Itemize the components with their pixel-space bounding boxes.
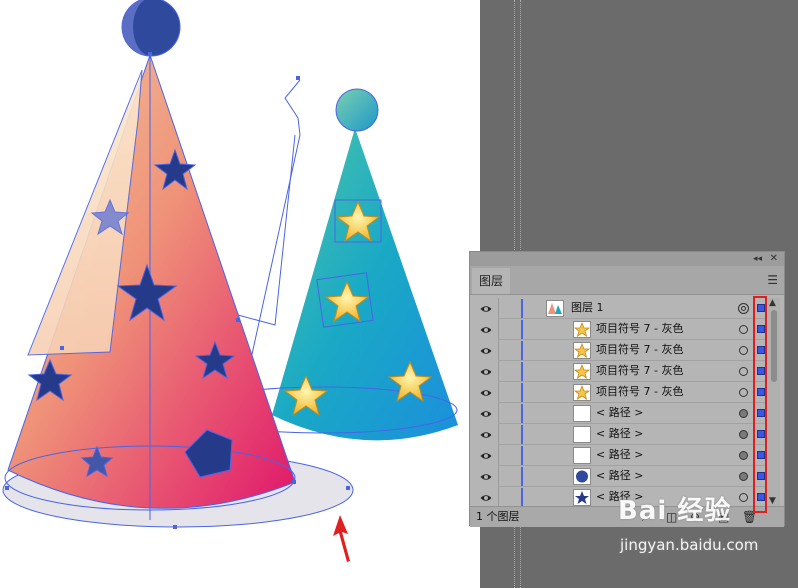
layer-name[interactable]: 图层 1 [571, 301, 604, 315]
layer-thumbnail [573, 384, 591, 401]
layer-color-bar [521, 425, 523, 445]
watermark-url: jingyan.baidu.com [620, 536, 759, 554]
lock-toggle-cell[interactable] [498, 445, 499, 466]
layer-thumbnail [573, 489, 591, 506]
double-arrow-collapse-icon[interactable]: ◂◂ [753, 253, 762, 265]
red-arrow-annotation [333, 515, 350, 562]
layer-thumbnail [573, 405, 591, 422]
lock-toggle-cell[interactable] [498, 340, 499, 361]
layer-name[interactable]: 项目符号 7 - 灰色 [596, 385, 683, 399]
target-circle-icon[interactable] [739, 472, 748, 481]
layer-color-bar [521, 320, 523, 340]
party-hats-artwork[interactable] [0, 0, 480, 588]
lock-toggle-cell[interactable] [498, 382, 499, 403]
lock-toggle-cell[interactable] [498, 298, 499, 319]
layer-color-bar [521, 446, 523, 466]
target-circle-icon[interactable] [739, 367, 748, 376]
layer-name[interactable]: 项目符号 7 - 灰色 [596, 322, 683, 336]
eye-visibility-icon[interactable] [480, 324, 492, 336]
layer-row[interactable]: < 路径 > [474, 445, 766, 466]
target-circle-icon[interactable] [739, 346, 748, 355]
layer-name[interactable]: < 路径 > [596, 427, 643, 441]
layer-row[interactable]: 项目符号 7 - 灰色 [474, 361, 766, 382]
target-circle-icon[interactable] [739, 388, 748, 397]
lock-toggle-cell[interactable] [498, 361, 499, 382]
layer-thumbnail [546, 300, 564, 317]
layer-thumbnail [573, 363, 591, 380]
red-highlight-box [753, 296, 767, 513]
panel-title-bar[interactable]: ◂◂ ✕ [470, 252, 784, 266]
lock-toggle-cell[interactable] [498, 424, 499, 445]
hamburger-menu-icon[interactable]: ☰ [767, 273, 778, 287]
eye-visibility-icon[interactable] [480, 366, 492, 378]
layer-row[interactable]: < 路径 > [474, 424, 766, 445]
lock-toggle-cell[interactable] [498, 466, 499, 487]
layer-row[interactable]: 项目符号 7 - 灰色 [474, 382, 766, 403]
layer-color-bar [521, 362, 523, 382]
eye-visibility-icon[interactable] [480, 303, 492, 315]
layer-thumbnail [573, 468, 591, 485]
target-circle-icon[interactable] [738, 303, 749, 314]
layer-list-scrollbar[interactable]: ▲ ▼ [768, 298, 780, 506]
layer-color-bar [521, 404, 523, 424]
eye-visibility-icon[interactable] [480, 408, 492, 420]
watermark-brand: Bai 经验 [618, 496, 732, 526]
layer-row[interactable]: < 路径 > [474, 466, 766, 487]
eye-visibility-icon[interactable] [480, 450, 492, 462]
layer-row-top[interactable]: ⌄图层 1 [474, 298, 766, 319]
layer-name[interactable]: < 路径 > [596, 406, 643, 420]
eye-visibility-icon[interactable] [480, 492, 492, 504]
layer-name[interactable]: 项目符号 7 - 灰色 [596, 343, 683, 357]
scroll-up-icon[interactable]: ▲ [769, 298, 776, 308]
eye-visibility-icon[interactable] [480, 471, 492, 483]
target-circle-icon[interactable] [739, 430, 748, 439]
pink-party-hat[interactable] [2, 0, 354, 529]
close-icon[interactable]: ✕ [770, 252, 778, 265]
layer-thumbnail [573, 321, 591, 338]
target-circle-icon[interactable] [739, 409, 748, 418]
target-circle-icon[interactable] [739, 451, 748, 460]
layer-color-bar [521, 467, 523, 487]
lock-toggle-cell[interactable] [498, 319, 499, 340]
panel-tab-bar: 图层 ☰ [470, 266, 784, 295]
lock-toggle-cell[interactable] [498, 487, 499, 506]
layer-color-bar [521, 341, 523, 361]
layer-list[interactable]: ⌄图层 1 项目符号 7 - 灰色项目符号 7 - 灰色项目符号 7 - 灰色项目… [474, 298, 766, 506]
layers-panel[interactable]: ◂◂ ✕ 图层 ☰ ⌄图层 1 项目符号 7 - 灰色项目符号 7 - 灰色项目符… [469, 251, 785, 527]
target-circle-icon[interactable] [739, 325, 748, 334]
layer-color-bar [521, 383, 523, 403]
eye-visibility-icon[interactable] [480, 387, 492, 399]
lock-toggle-cell[interactable] [498, 403, 499, 424]
eye-visibility-icon[interactable] [480, 345, 492, 357]
layer-count-label: 1 个图层 [476, 510, 520, 523]
layer-thumbnail [573, 426, 591, 443]
layer-color-bar [521, 299, 523, 319]
scroll-thumb[interactable] [771, 310, 777, 382]
layer-name[interactable]: 项目符号 7 - 灰色 [596, 364, 683, 378]
layer-row[interactable]: 项目符号 7 - 灰色 [474, 319, 766, 340]
layer-thumbnail [573, 342, 591, 359]
layer-color-bar [521, 488, 523, 506]
tab-layers[interactable]: 图层 [472, 268, 510, 294]
layer-row[interactable]: 项目符号 7 - 灰色 [474, 340, 766, 361]
layer-thumbnail [573, 447, 591, 464]
baidu-watermark: Bai 经验 jingyan.baidu.com [612, 492, 792, 572]
layer-name[interactable]: < 路径 > [596, 469, 643, 483]
eye-visibility-icon[interactable] [480, 429, 492, 441]
layer-row[interactable]: < 路径 > [474, 403, 766, 424]
layer-name[interactable]: < 路径 > [596, 448, 643, 462]
